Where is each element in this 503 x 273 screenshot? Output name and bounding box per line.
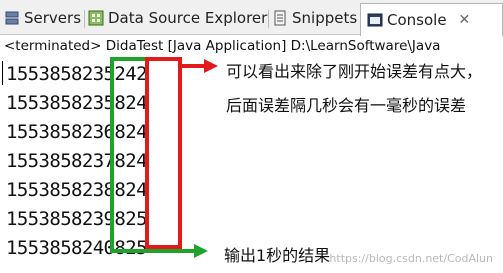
watermark: https://blog.csdn.net/CodAlun bbox=[329, 252, 493, 265]
red-highlight-box bbox=[145, 57, 182, 249]
annotation-overlay bbox=[110, 57, 218, 258]
annotation-text-3: 输出1秒的结果 bbox=[224, 246, 331, 265]
annotation-text-1: 可以看出来除了刚开始误差有点大， bbox=[226, 62, 483, 81]
green-highlight-box bbox=[110, 57, 149, 253]
red-arrow bbox=[180, 59, 218, 73]
annotation-text-2: 后面误差隔几秒会有一毫秒的误差 bbox=[226, 96, 467, 115]
